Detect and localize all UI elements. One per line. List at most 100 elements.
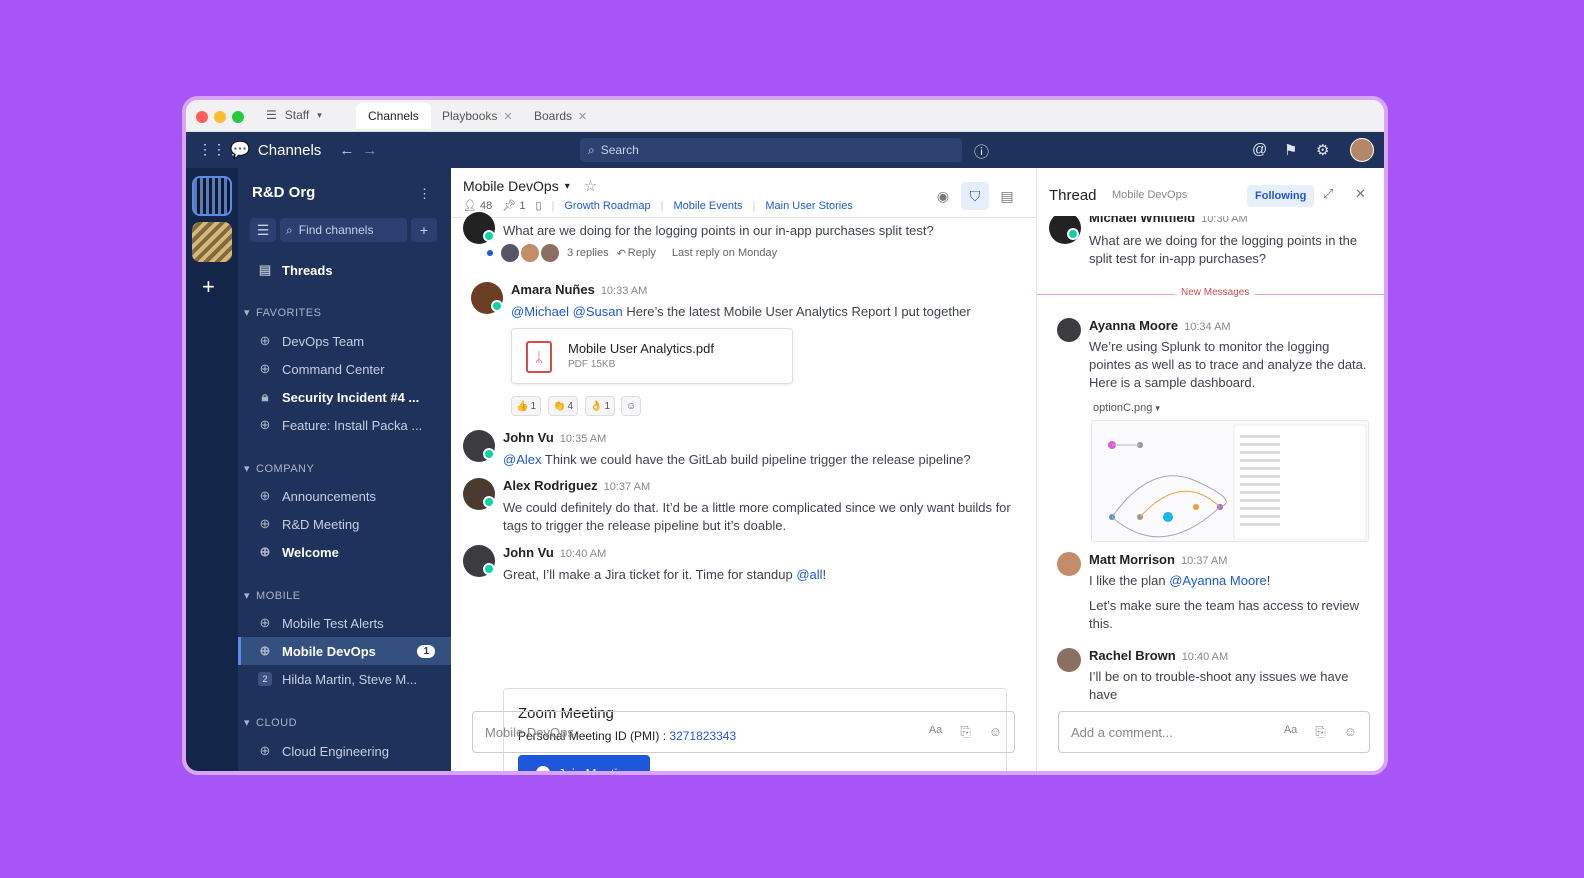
- message-author[interactable]: Matt Morrison: [1089, 552, 1175, 567]
- message-author[interactable]: Rachel Brown: [1089, 648, 1176, 663]
- sidebar-item-cloud-engineering[interactable]: ⊕ Cloud Engineering: [238, 737, 451, 765]
- replies-count[interactable]: 3 replies: [567, 247, 609, 259]
- team-menu-icon[interactable]: ⋮: [418, 186, 431, 202]
- filter-icon[interactable]: ☰: [250, 218, 276, 242]
- image-attachment-name[interactable]: optionC.png ▾: [1093, 402, 1160, 414]
- tab-playbooks[interactable]: Playbooks ✕: [430, 103, 525, 129]
- message-author[interactable]: Ayanna Moore: [1089, 318, 1178, 333]
- call-icon[interactable]: ◉: [929, 182, 957, 210]
- maximize-window-button[interactable]: [232, 111, 244, 123]
- sidebar-item-group-dm[interactable]: 2 Hilda Martin, Steve M...: [238, 665, 451, 693]
- gear-icon[interactable]: ⚙: [1316, 141, 1329, 159]
- close-window-button[interactable]: [196, 111, 208, 123]
- pinned-count[interactable]: 📌︎ 1: [502, 199, 525, 212]
- dashboard-image[interactable]: [1091, 420, 1369, 542]
- formatting-icon[interactable]: Aa: [929, 724, 942, 740]
- mention[interactable]: @Susan: [573, 304, 623, 319]
- reaction-ok-hand[interactable]: 👌 1: [585, 396, 616, 416]
- channel-info-icon[interactable]: ▤: [993, 182, 1021, 210]
- sidebar-item-threads[interactable]: ▤ Threads: [238, 256, 451, 284]
- category-company[interactable]: ▾ COMPANY: [244, 462, 314, 476]
- mention[interactable]: @Ayanna Moore: [1169, 573, 1267, 588]
- members-count[interactable]: 👤︎ 48: [463, 199, 492, 212]
- bookmark-main-user-stories[interactable]: Main User Stories: [765, 200, 852, 212]
- close-icon[interactable]: ✕: [578, 110, 587, 123]
- add-team-icon[interactable]: +: [202, 274, 215, 300]
- category-mobile[interactable]: ▾ MOBILE: [244, 589, 301, 603]
- category-cloud[interactable]: ▾ CLOUD: [244, 716, 297, 730]
- sidebar-item-feature-install[interactable]: ⊕ Feature: Install Packa ...: [238, 411, 451, 439]
- message-author[interactable]: Amara Nuñes: [511, 282, 595, 297]
- help-icon[interactable]: ⓘ: [974, 141, 989, 162]
- sidebar-item-mobile-devops[interactable]: ⊕ Mobile DevOps 1: [238, 637, 451, 665]
- sidebar-item-command-center[interactable]: ⊕ Command Center: [238, 355, 451, 383]
- bookmark-mobile-events[interactable]: Mobile Events: [673, 200, 742, 212]
- join-meeting-button[interactable]: Join Meeting: [518, 755, 650, 771]
- message-time[interactable]: 10:40 AM: [1182, 651, 1228, 663]
- message-time[interactable]: 10:30 AM: [1201, 216, 1247, 225]
- close-icon[interactable]: ✕: [503, 110, 512, 123]
- category-favorites[interactable]: ▾ FAVORITES: [244, 306, 321, 320]
- message-author[interactable]: John Vu: [503, 545, 554, 560]
- message-composer[interactable]: Mobile DevOps... Aa ⎘ ☺: [472, 711, 1015, 753]
- back-arrow-icon[interactable]: ←: [339, 142, 354, 159]
- expand-icon[interactable]: ⤢: [1323, 186, 1333, 202]
- attachment-icon[interactable]: ⎘: [960, 724, 970, 740]
- mention[interactable]: @Alex: [503, 452, 542, 467]
- minimize-window-button[interactable]: [214, 111, 226, 123]
- star-icon[interactable]: ☆: [584, 177, 597, 195]
- message-time[interactable]: 10:33 AM: [601, 285, 647, 297]
- formatting-icon[interactable]: Aa: [1284, 724, 1297, 740]
- reaction-thumbs-up[interactable]: 👍 1: [511, 396, 542, 416]
- forward-arrow-icon[interactable]: →: [362, 142, 377, 159]
- thread-channel[interactable]: Mobile DevOps: [1112, 189, 1187, 201]
- shield-icon[interactable]: ⛉: [961, 182, 989, 210]
- emoji-icon[interactable]: ☺: [989, 724, 1002, 740]
- sidebar-item-mobile-test-alerts[interactable]: ⊕ Mobile Test Alerts: [238, 609, 451, 637]
- following-button[interactable]: Following: [1247, 185, 1315, 207]
- message-time[interactable]: 10:35 AM: [560, 433, 606, 445]
- file-name: Mobile User Analytics.pdf: [568, 341, 714, 356]
- files-icon[interactable]: ▯: [535, 199, 541, 212]
- sidebar-item-announcements[interactable]: ⊕ Announcements: [238, 482, 451, 510]
- add-channel-button[interactable]: +: [411, 218, 437, 242]
- bookmark-growth-roadmap[interactable]: Growth Roadmap: [564, 200, 650, 212]
- message-author[interactable]: John Vu: [503, 430, 554, 445]
- thread-reply-composer[interactable]: Add a comment... Aa ⎘ ☺: [1058, 711, 1370, 753]
- mention[interactable]: @Michael: [511, 304, 569, 319]
- avatar[interactable]: [1350, 138, 1374, 162]
- message-time[interactable]: 10:34 AM: [1184, 321, 1230, 333]
- avatar[interactable]: [1057, 552, 1081, 576]
- sidebar-item-security-incident[interactable]: 🔒︎ Security Incident #4 ...: [238, 383, 451, 411]
- tab-channels[interactable]: Channels: [356, 103, 431, 129]
- reaction-clap[interactable]: 👏 4: [548, 396, 579, 416]
- emoji-icon[interactable]: ☺: [1344, 724, 1357, 740]
- team-icon-other[interactable]: [192, 222, 232, 262]
- message-time[interactable]: 10:37 AM: [1181, 555, 1227, 567]
- sidebar-item-devops-team[interactable]: ⊕ DevOps Team: [238, 327, 451, 355]
- thread-summary[interactable]: 3 replies ↶ Reply Last reply on Monday: [487, 244, 777, 262]
- team-name[interactable]: R&D Org: [252, 184, 315, 201]
- avatar[interactable]: [1057, 318, 1081, 342]
- tab-boards[interactable]: Boards ✕: [522, 103, 599, 129]
- team-icon-rnd[interactable]: [192, 176, 232, 216]
- message-author[interactable]: Alex Rodriguez: [503, 478, 598, 493]
- reply-link[interactable]: Reply: [628, 247, 656, 259]
- close-icon[interactable]: ✕: [1355, 186, 1366, 202]
- search-input[interactable]: ⌕ Search: [580, 138, 962, 162]
- find-channels-input[interactable]: ⌕ Find channels: [280, 218, 407, 242]
- channel-name[interactable]: Mobile DevOps ▾ ☆: [463, 177, 597, 195]
- sidebar-item-welcome[interactable]: ⊕ Welcome: [238, 538, 451, 566]
- message-author[interactable]: Michael Whitfield: [1089, 216, 1195, 225]
- avatar[interactable]: [1057, 648, 1081, 672]
- mention[interactable]: @all: [796, 567, 822, 582]
- workspace-switcher[interactable]: ☰ Staff ▾: [266, 108, 322, 122]
- message-time[interactable]: 10:37 AM: [604, 481, 650, 493]
- sidebar-item-rnd-meeting[interactable]: ⊕ R&D Meeting: [238, 510, 451, 538]
- file-attachment[interactable]: ᛦ Mobile User Analytics.pdf PDF 15KB: [511, 328, 793, 384]
- message-time[interactable]: 10:40 AM: [560, 548, 606, 560]
- bookmark-icon[interactable]: ⚑: [1284, 141, 1297, 159]
- mention-icon[interactable]: @: [1252, 141, 1267, 158]
- attachment-icon[interactable]: ⎘: [1315, 724, 1325, 740]
- add-reaction-icon[interactable]: ☺: [621, 396, 642, 416]
